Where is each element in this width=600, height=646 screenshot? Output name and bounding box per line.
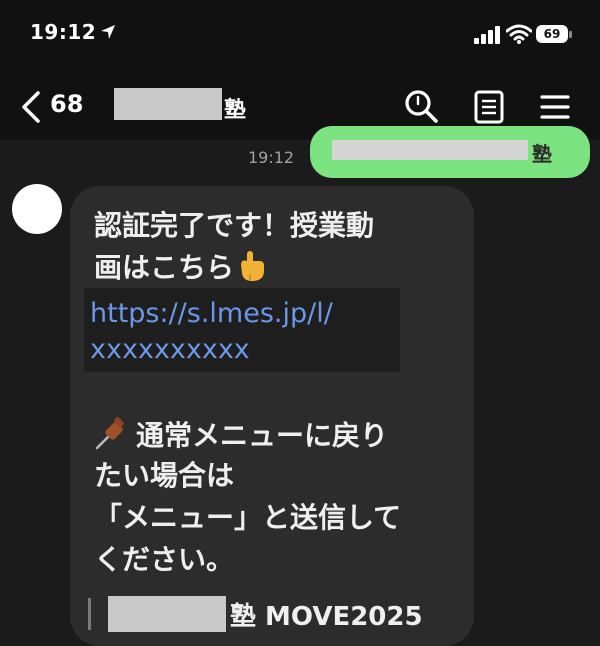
message-line-6: ください。 (94, 543, 235, 576)
status-bar: 19:12 69 (0, 0, 600, 70)
link-line-1[interactable]: https://s.lmes.jp/l/ (90, 298, 333, 329)
received-message-bubble[interactable]: 認証完了です！授業動 画はこちら https://s.lmes.jp/l/ xx… (70, 186, 474, 646)
search-icon[interactable] (403, 88, 439, 124)
chat-name-suffix: 塾 (224, 98, 247, 123)
back-chevron-icon[interactable] (18, 90, 44, 124)
battery-icon: 69 (536, 25, 568, 43)
location-arrow-icon (101, 25, 115, 39)
redacted-sent-text (332, 140, 528, 160)
pointing-down-emoji-icon (241, 251, 265, 281)
sent-message-suffix: 塾 (532, 142, 552, 166)
chat-area[interactable]: 19:12 塾 認証完了です！授業動 画はこちら https://s.lmes.… (0, 126, 600, 646)
notes-icon[interactable] (472, 90, 506, 124)
sent-message-time: 19:12 (248, 148, 295, 167)
link-line-2[interactable]: xxxxxxxxxx (90, 334, 250, 365)
quote-bar (88, 598, 91, 630)
cellular-signal-icon (474, 26, 500, 44)
message-line-5: 「メニュー」と送信して (94, 501, 402, 534)
message-line-2-row: 画はこちら (94, 246, 266, 286)
hamburger-menu-icon[interactable] (538, 90, 572, 124)
wifi-icon (506, 24, 532, 44)
redacted-chat-name (114, 88, 222, 120)
status-time: 19:12 (30, 20, 97, 44)
link-box[interactable]: https://s.lmes.jp/l/ xxxxxxxxxx (84, 288, 400, 372)
message-line-2: 画はこちら (94, 251, 235, 284)
battery-tip (569, 31, 572, 38)
pushpin-emoji-icon (95, 417, 124, 450)
message-line-3: 通常メニューに戻り (136, 419, 389, 452)
message-line-3-row: 通常メニューに戻り (94, 414, 388, 454)
message-footer-suffix: 塾 MOVE2025 (230, 602, 423, 632)
unread-count[interactable]: 68 (50, 90, 83, 118)
sent-message-bubble[interactable]: 塾 (310, 126, 590, 178)
message-line-1: 認証完了です！授業動 (94, 209, 375, 242)
avatar[interactable] (12, 184, 62, 234)
message-line-4: たい場合は (94, 459, 235, 492)
